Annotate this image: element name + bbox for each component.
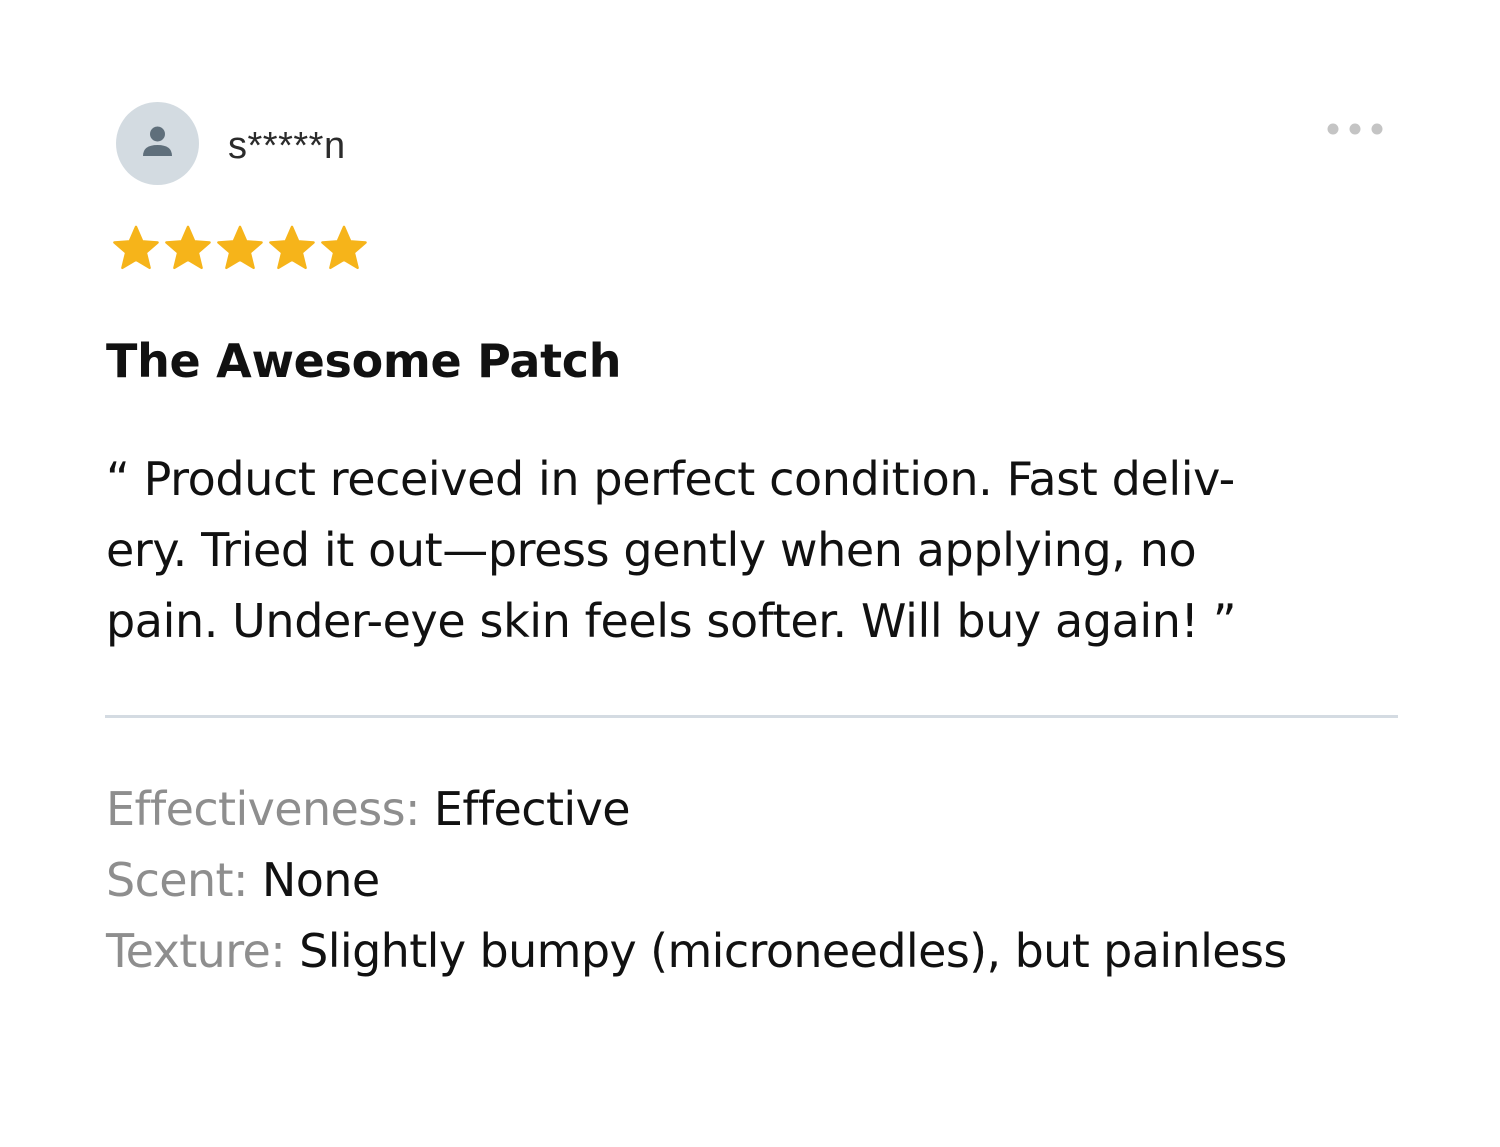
- attribute-label: Texture:: [106, 924, 300, 978]
- user-icon: [143, 126, 172, 156]
- attribute-label: Effectiveness:: [106, 782, 434, 836]
- review-title: The Awesome Patch: [106, 334, 622, 388]
- star-icon: [216, 224, 264, 276]
- avatar[interactable]: [116, 102, 199, 185]
- more-options-button[interactable]: [1320, 114, 1390, 144]
- review-body-line: “ Product received in perfect condition.…: [106, 452, 1235, 506]
- divider: [105, 715, 1398, 718]
- review-body: “ Product received in perfect condition.…: [106, 444, 1396, 657]
- attribute-value: Effective: [433, 782, 631, 836]
- review-body-line: ery. Tried it out—press gently when appl…: [106, 523, 1197, 577]
- attribute-label: Scent:: [106, 853, 262, 907]
- star-icon: [164, 224, 212, 276]
- star-rating: [112, 224, 368, 276]
- attribute-texture: Texture: Slightly bumpy (microneedles), …: [106, 916, 1287, 987]
- star-icon: [320, 224, 368, 276]
- more-horizontal-icon: [1327, 123, 1383, 135]
- star-icon: [112, 224, 160, 276]
- review-card: s*****n The Awesome Patch “ Product rece…: [0, 0, 1500, 1147]
- attribute-value: None: [261, 853, 380, 907]
- attribute-value: Slightly bumpy (microneedles), but painl…: [299, 924, 1287, 978]
- review-attributes: Effectiveness: Effective Scent: None Tex…: [106, 774, 1287, 987]
- attribute-scent: Scent: None: [106, 845, 1287, 916]
- attribute-effectiveness: Effectiveness: Effective: [106, 774, 1287, 845]
- star-icon: [268, 224, 316, 276]
- reviewer-name[interactable]: s*****n: [228, 124, 346, 168]
- review-body-line: pain. Under-eye skin feels softer. Will …: [106, 594, 1237, 648]
